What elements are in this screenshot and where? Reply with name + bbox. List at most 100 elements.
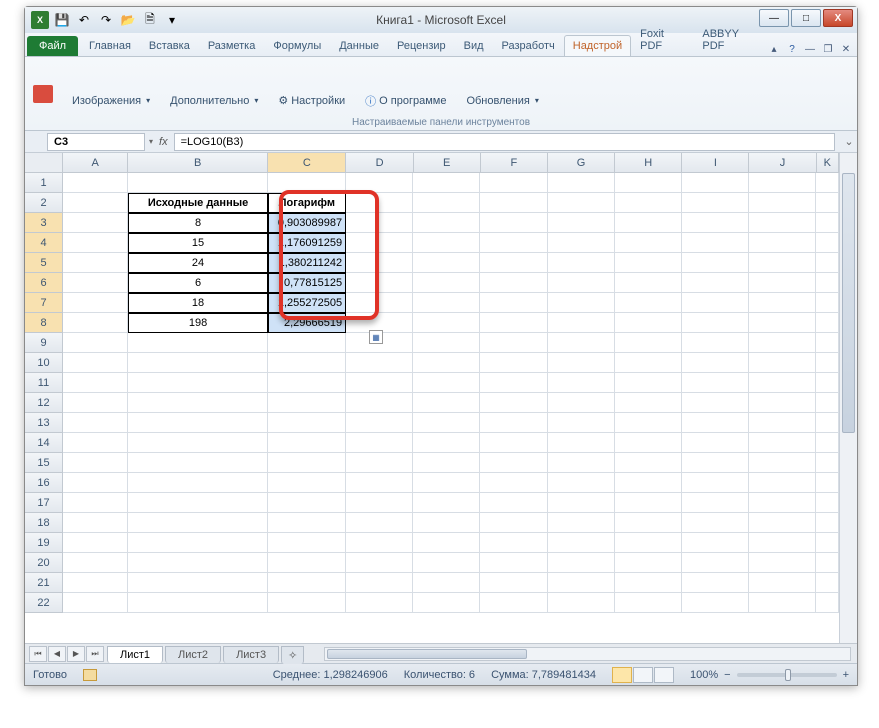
row-header-18[interactable]: 18 bbox=[25, 513, 63, 533]
cell-D22[interactable] bbox=[346, 593, 413, 613]
cell-G18[interactable] bbox=[548, 513, 615, 533]
cell-K9[interactable] bbox=[816, 333, 839, 353]
cell-F18[interactable] bbox=[480, 513, 547, 533]
cell-D14[interactable] bbox=[346, 433, 413, 453]
workbook-min-icon[interactable]: — bbox=[803, 42, 817, 56]
cell-A14[interactable] bbox=[63, 433, 128, 453]
cell-J15[interactable] bbox=[749, 453, 816, 473]
cell-C8[interactable]: 2,29666519 bbox=[268, 313, 346, 333]
row-header-15[interactable]: 15 bbox=[25, 453, 63, 473]
row-header-12[interactable]: 12 bbox=[25, 393, 63, 413]
new-sheet-button[interactable]: ✧ bbox=[281, 646, 304, 664]
cell-I6[interactable] bbox=[682, 273, 749, 293]
cell-F13[interactable] bbox=[480, 413, 547, 433]
col-header-G[interactable]: G bbox=[548, 153, 615, 172]
cell-G17[interactable] bbox=[548, 493, 615, 513]
cell-C5[interactable]: 1,380211242 bbox=[268, 253, 346, 273]
row-header-16[interactable]: 16 bbox=[25, 473, 63, 493]
cell-D2[interactable] bbox=[346, 193, 413, 213]
cell-C1[interactable] bbox=[268, 173, 346, 193]
cell-A15[interactable] bbox=[63, 453, 128, 473]
cell-H19[interactable] bbox=[615, 533, 682, 553]
cell-C22[interactable] bbox=[268, 593, 346, 613]
cell-F11[interactable] bbox=[480, 373, 547, 393]
row-header-7[interactable]: 7 bbox=[25, 293, 63, 313]
tab-addins[interactable]: Надстрой bbox=[564, 35, 631, 56]
cell-K14[interactable] bbox=[816, 433, 839, 453]
cell-J5[interactable] bbox=[749, 253, 816, 273]
cell-H16[interactable] bbox=[615, 473, 682, 493]
cell-F21[interactable] bbox=[480, 573, 547, 593]
row-header-20[interactable]: 20 bbox=[25, 553, 63, 573]
tab-abbyy[interactable]: ABBYY PDF bbox=[693, 23, 767, 56]
cell-K12[interactable] bbox=[816, 393, 839, 413]
cell-B13[interactable] bbox=[128, 413, 267, 433]
cell-J12[interactable] bbox=[749, 393, 816, 413]
fx-icon[interactable]: fx bbox=[159, 136, 168, 148]
cell-C12[interactable] bbox=[268, 393, 346, 413]
tab-layout[interactable]: Разметка bbox=[199, 35, 265, 56]
select-all-corner[interactable] bbox=[25, 153, 63, 173]
cell-B3[interactable]: 8 bbox=[128, 213, 267, 233]
cell-C19[interactable] bbox=[268, 533, 346, 553]
col-header-E[interactable]: E bbox=[414, 153, 481, 172]
workbook-close-icon[interactable]: ✕ bbox=[839, 42, 853, 56]
cell-G4[interactable] bbox=[548, 233, 615, 253]
cell-B22[interactable] bbox=[128, 593, 267, 613]
cell-E6[interactable] bbox=[413, 273, 480, 293]
cell-D16[interactable] bbox=[346, 473, 413, 493]
cell-K20[interactable] bbox=[816, 553, 839, 573]
save-icon[interactable]: 💾 bbox=[53, 11, 71, 29]
cell-G20[interactable] bbox=[548, 553, 615, 573]
cell-J14[interactable] bbox=[749, 433, 816, 453]
col-header-H[interactable]: H bbox=[615, 153, 682, 172]
row-header-8[interactable]: 8 bbox=[25, 313, 63, 333]
undo-icon[interactable]: ↶ bbox=[75, 11, 93, 29]
zoom-in-button[interactable]: + bbox=[843, 669, 849, 681]
cell-J11[interactable] bbox=[749, 373, 816, 393]
cell-J10[interactable] bbox=[749, 353, 816, 373]
cell-I16[interactable] bbox=[682, 473, 749, 493]
cell-H22[interactable] bbox=[615, 593, 682, 613]
cell-B1[interactable] bbox=[128, 173, 267, 193]
formula-input[interactable]: =LOG10(B3) bbox=[174, 133, 835, 151]
cell-E1[interactable] bbox=[413, 173, 480, 193]
redo-icon[interactable]: ↷ bbox=[97, 11, 115, 29]
cell-K6[interactable] bbox=[816, 273, 839, 293]
updates-button[interactable]: Обновления bbox=[461, 92, 543, 110]
cell-J13[interactable] bbox=[749, 413, 816, 433]
cell-D1[interactable] bbox=[346, 173, 413, 193]
cell-H14[interactable] bbox=[615, 433, 682, 453]
cell-B18[interactable] bbox=[128, 513, 267, 533]
cell-E16[interactable] bbox=[413, 473, 480, 493]
cell-E20[interactable] bbox=[413, 553, 480, 573]
cell-I2[interactable] bbox=[682, 193, 749, 213]
cell-A10[interactable] bbox=[63, 353, 128, 373]
cell-D11[interactable] bbox=[346, 373, 413, 393]
cell-F12[interactable] bbox=[480, 393, 547, 413]
cell-J9[interactable] bbox=[749, 333, 816, 353]
cell-G11[interactable] bbox=[548, 373, 615, 393]
cell-D5[interactable] bbox=[346, 253, 413, 273]
cell-I20[interactable] bbox=[682, 553, 749, 573]
cell-E14[interactable] bbox=[413, 433, 480, 453]
addin-icon[interactable] bbox=[33, 85, 53, 103]
cell-K18[interactable] bbox=[816, 513, 839, 533]
formula-expand-icon[interactable]: ⌄ bbox=[841, 135, 857, 148]
cell-G2[interactable] bbox=[548, 193, 615, 213]
cell-K19[interactable] bbox=[816, 533, 839, 553]
cell-K10[interactable] bbox=[816, 353, 839, 373]
row-header-3[interactable]: 3 bbox=[25, 213, 63, 233]
cell-C21[interactable] bbox=[268, 573, 346, 593]
cell-G1[interactable] bbox=[548, 173, 615, 193]
cell-J21[interactable] bbox=[749, 573, 816, 593]
cell-B9[interactable] bbox=[128, 333, 267, 353]
cell-G8[interactable] bbox=[548, 313, 615, 333]
cell-D6[interactable] bbox=[346, 273, 413, 293]
view-normal[interactable] bbox=[612, 667, 632, 683]
cell-E7[interactable] bbox=[413, 293, 480, 313]
horizontal-scrollbar[interactable] bbox=[324, 647, 851, 661]
cell-D13[interactable] bbox=[346, 413, 413, 433]
cell-E11[interactable] bbox=[413, 373, 480, 393]
row-header-1[interactable]: 1 bbox=[25, 173, 63, 193]
